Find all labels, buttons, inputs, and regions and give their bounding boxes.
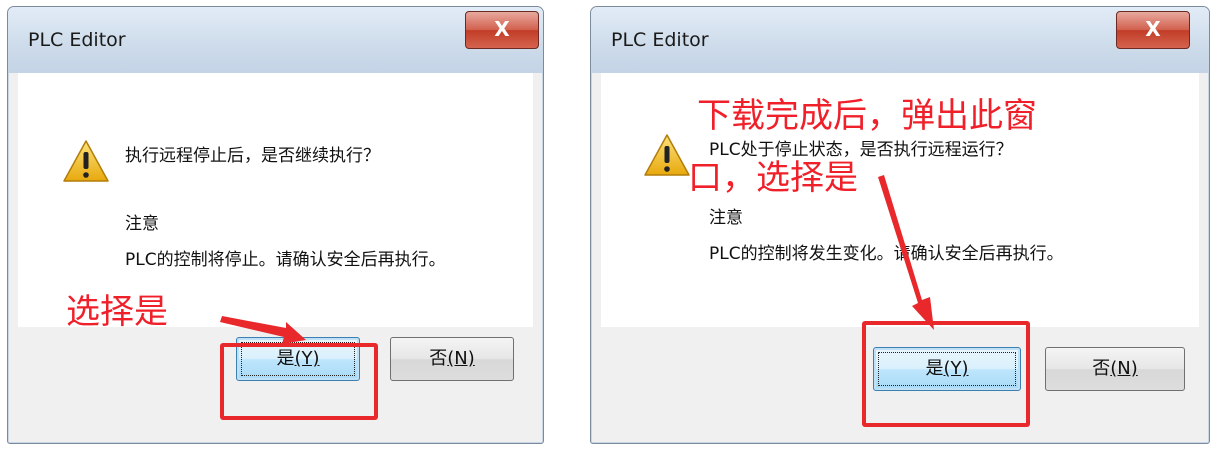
- annotation-arrows: [220, 175, 934, 344]
- arrow-icon: [878, 175, 934, 330]
- arrow-icon: [220, 316, 306, 344]
